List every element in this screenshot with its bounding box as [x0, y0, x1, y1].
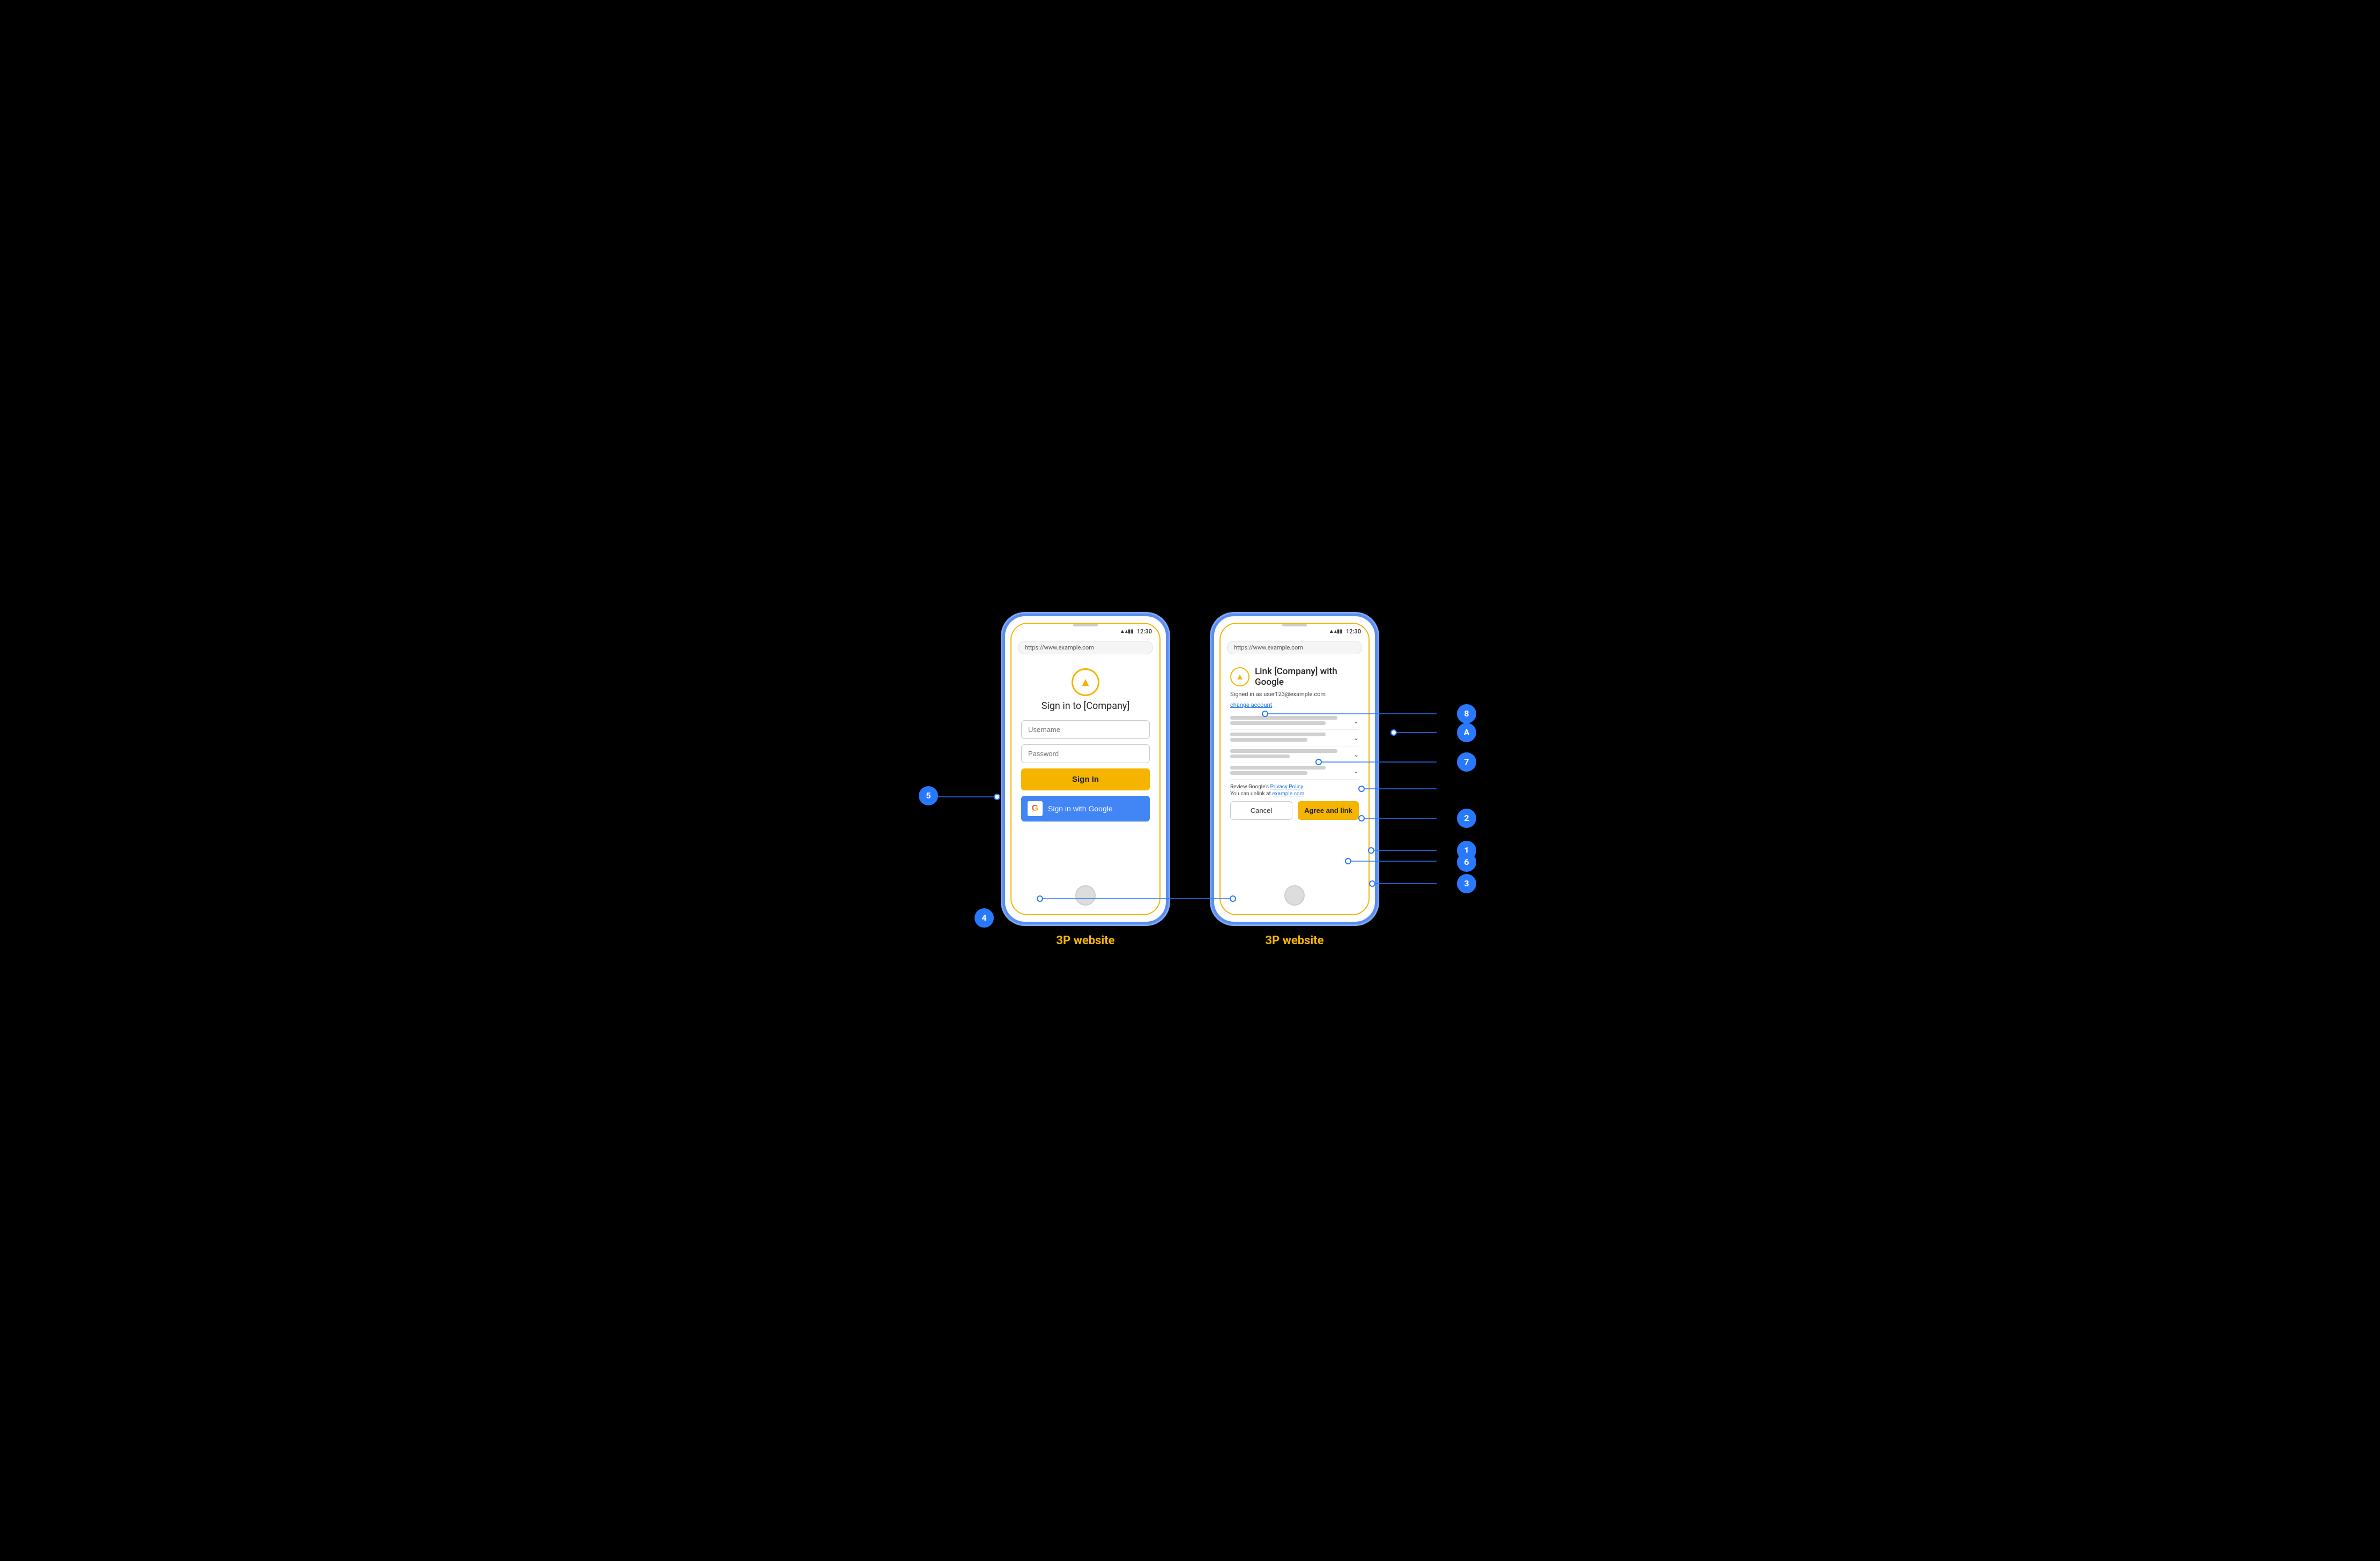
annotation-6: 6	[1457, 853, 1476, 872]
chevron-icon-3: ⌄	[1353, 751, 1359, 758]
privacy-policy-link[interactable]: Privacy Policy	[1270, 784, 1303, 790]
left-phone: ▲▴▮▮ 12:30 https://www.example.com ▲	[1002, 614, 1169, 924]
permission-lines-2	[1230, 733, 1349, 743]
agree-button[interactable]: Agree and link	[1298, 801, 1359, 820]
left-phone-wrapper: ▲▴▮▮ 12:30 https://www.example.com ▲	[1002, 614, 1169, 947]
annotation-2-label: 2	[1464, 813, 1469, 823]
permissions-list: ⌄ ⌄	[1230, 713, 1359, 780]
unlink-link[interactable]: example.com	[1272, 791, 1304, 797]
signed-in-text: Signed in as user123@example.com	[1230, 691, 1359, 698]
left-logo-symbol: ▲	[1080, 675, 1091, 689]
annotation-5: 5	[919, 786, 938, 805]
right-phone: ▲▴▮▮ 12:30 https://www.example.com ▲	[1211, 614, 1378, 924]
annotation-3: 3	[1457, 874, 1476, 893]
chevron-icon-2: ⌄	[1353, 734, 1359, 742]
link-header: ▲ Link [Company] with Google	[1230, 666, 1359, 688]
right-phone-content: ▲ Link [Company] with Google Signed in a…	[1221, 658, 1368, 824]
right-home-button[interactable]	[1284, 885, 1305, 906]
left-phone-content: ▲ Sign in to [Company] Sign In G Sign in…	[1011, 658, 1159, 826]
right-time: 12:30	[1346, 628, 1361, 635]
google-sign-in-button[interactable]: G Sign in with Google	[1021, 796, 1150, 821]
left-time: 12:30	[1137, 628, 1152, 635]
permission-item-3[interactable]: ⌄	[1230, 746, 1359, 763]
right-signal-icons: ▲▴▮▮	[1329, 629, 1343, 634]
signal-icons: ▲▴▮▮	[1120, 629, 1134, 634]
pline	[1230, 766, 1326, 770]
google-button-label: Sign in with Google	[1048, 804, 1113, 813]
annotation-2: 2	[1457, 809, 1476, 828]
chevron-icon-1: ⌄	[1353, 718, 1359, 725]
left-sign-in-title: Sign in to [Company]	[1021, 700, 1150, 712]
pline	[1230, 755, 1290, 758]
permission-lines-3	[1230, 749, 1349, 760]
right-url-bar: https://www.example.com	[1227, 641, 1362, 654]
pline	[1230, 738, 1307, 742]
annotation-7-label: 7	[1464, 757, 1469, 767]
left-url-text: https://www.example.com	[1025, 644, 1094, 651]
permission-item-4[interactable]: ⌄	[1230, 763, 1359, 780]
annotation-3-label: 3	[1464, 878, 1469, 888]
change-account-link[interactable]: change account	[1230, 701, 1272, 708]
permission-lines-4	[1230, 766, 1349, 776]
unlink-prefix: You can unlink at	[1230, 791, 1271, 797]
chevron-icon-4: ⌄	[1353, 767, 1359, 775]
annotation-6-label: 6	[1464, 857, 1469, 867]
cancel-button[interactable]: Cancel	[1230, 801, 1292, 820]
left-phone-label: 3P website	[1056, 934, 1114, 947]
right-logo-circle: ▲	[1230, 667, 1250, 686]
unlink-text: You can unlink at example.com	[1230, 791, 1359, 797]
password-input[interactable]	[1021, 744, 1150, 763]
annotation-8-label: 8	[1464, 708, 1469, 719]
left-notch	[1073, 624, 1098, 626]
sign-in-button[interactable]: Sign In	[1021, 768, 1150, 790]
right-phone-label: 3P website	[1265, 934, 1323, 947]
right-url-text: https://www.example.com	[1234, 644, 1303, 651]
google-icon-box: G	[1028, 801, 1043, 816]
pline	[1230, 771, 1307, 775]
phones-row: ▲▴▮▮ 12:30 https://www.example.com ▲	[1002, 614, 1378, 947]
google-g-icon: G	[1032, 804, 1038, 813]
annotation-A-label: A	[1464, 727, 1470, 737]
left-home-button[interactable]	[1075, 885, 1096, 906]
right-phone-wrapper: ▲▴▮▮ 12:30 https://www.example.com ▲	[1211, 614, 1378, 947]
annotation-A: A	[1457, 723, 1476, 742]
permission-item-1[interactable]: ⌄	[1230, 713, 1359, 730]
right-notch	[1282, 624, 1307, 626]
annotation-4: 4	[975, 908, 994, 928]
pline	[1230, 721, 1326, 725]
right-phone-inner: ▲▴▮▮ 12:30 https://www.example.com ▲	[1219, 623, 1370, 915]
policy-text: Review Google's Privacy Policy	[1230, 784, 1359, 790]
right-logo-symbol: ▲	[1236, 671, 1244, 682]
annotation-8: 8	[1457, 704, 1476, 723]
left-company-logo: ▲	[1021, 668, 1150, 696]
annotation-5-label: 5	[926, 790, 931, 801]
pline	[1230, 749, 1337, 753]
left-phone-inner: ▲▴▮▮ 12:30 https://www.example.com ▲	[1010, 623, 1161, 915]
pline	[1230, 716, 1337, 720]
pline	[1230, 733, 1326, 736]
permission-lines-1	[1230, 716, 1349, 727]
action-buttons: Cancel Agree and link	[1230, 801, 1359, 820]
annotation-4-label: 4	[981, 913, 986, 923]
left-logo-circle: ▲	[1072, 668, 1099, 696]
policy-prefix: Review Google's	[1230, 784, 1269, 790]
permission-item-2[interactable]: ⌄	[1230, 730, 1359, 746]
diagram-container: ▲▴▮▮ 12:30 https://www.example.com ▲	[895, 588, 1485, 974]
left-url-bar: https://www.example.com	[1018, 641, 1153, 654]
annotation-7: 7	[1457, 752, 1476, 772]
link-title: Link [Company] with Google	[1255, 666, 1359, 688]
username-input[interactable]	[1021, 720, 1150, 739]
